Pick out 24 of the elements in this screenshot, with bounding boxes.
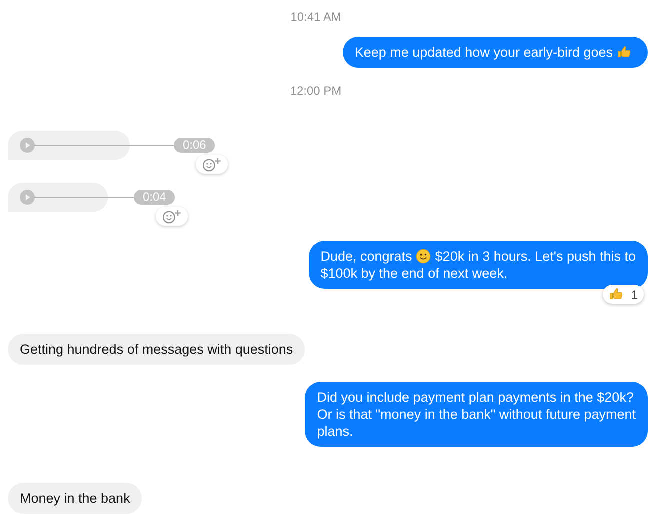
reaction-badge[interactable]: 1: [603, 285, 644, 304]
smiley-icon: [416, 249, 432, 264]
add-reaction-button[interactable]: [196, 155, 228, 174]
play-icon[interactable]: [20, 138, 35, 153]
message-text: $20k in 3 hours. Let's push this to: [435, 248, 636, 265]
audio-duration: 0:04: [134, 190, 176, 205]
add-emoji-icon: [161, 209, 183, 224]
message-text: plans.: [317, 423, 354, 440]
timestamp: 10:41 AM: [290, 9, 342, 25]
audio-duration: 0:06: [174, 138, 216, 153]
thumbs-up-icon: [617, 45, 632, 60]
message-text: Or is that "money in the bank" without future payment: [317, 406, 636, 423]
play-icon[interactable]: [20, 190, 35, 205]
timestamp: 12:00 PM: [290, 83, 342, 99]
message-text: Money in the bank: [20, 490, 130, 507]
add-emoji-icon: [201, 157, 223, 172]
reaction-count: 1: [631, 288, 638, 302]
message-text: Did you include payment plan payments in the $20k?: [317, 389, 634, 406]
add-reaction-button[interactable]: [156, 207, 188, 226]
thumbs-up-icon: [609, 287, 624, 302]
message-text: $100k by the end of next week.: [320, 265, 508, 282]
message-text: Dude, congrats: [320, 248, 412, 265]
message-text: Keep me updated how your early-bird goes: [354, 44, 613, 61]
message-text: Getting hundreds of messages with questions: [20, 341, 294, 358]
